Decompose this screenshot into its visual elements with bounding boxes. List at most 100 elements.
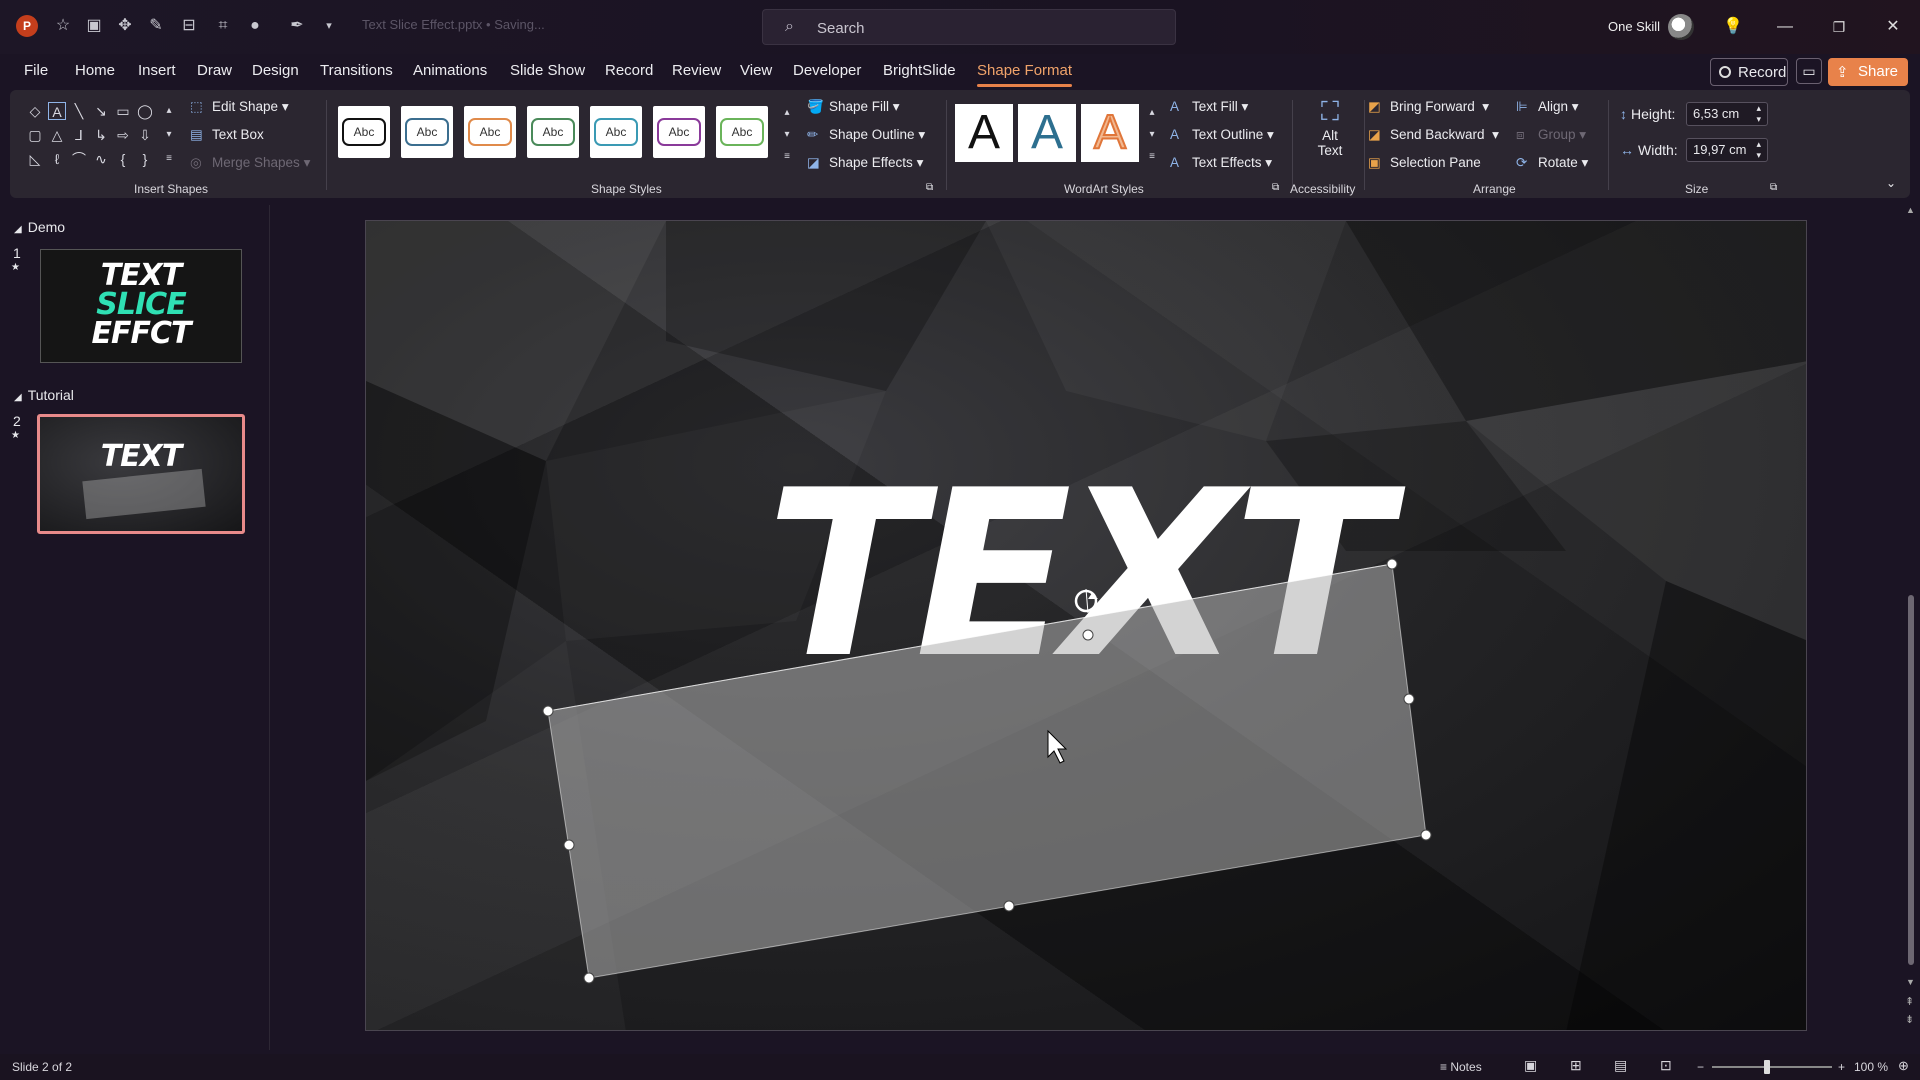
shape-fill-button[interactable]: 🪣 Shape Fill ▾ bbox=[807, 99, 900, 115]
wordart-style-blue[interactable]: A bbox=[1018, 104, 1076, 162]
tab-record[interactable]: Record bbox=[605, 62, 653, 79]
gallery-down-icon[interactable]: ▾ bbox=[160, 126, 178, 144]
search-input[interactable]: ⌕ Search bbox=[762, 9, 1176, 45]
lightbulb-icon[interactable]: 💡 bbox=[1720, 14, 1746, 40]
zoom-out-icon[interactable]: − bbox=[1697, 1060, 1704, 1074]
slide-thumbnail-1[interactable]: TEXT SLICE EFFCT bbox=[40, 249, 242, 363]
wordart-style-orange[interactable]: A bbox=[1081, 104, 1139, 162]
tab-developer[interactable]: Developer bbox=[793, 62, 861, 79]
oval-shape-icon[interactable]: ◯ bbox=[136, 102, 154, 120]
elbow-arrow-icon[interactable]: ↳ bbox=[92, 126, 110, 144]
record-button[interactable]: Record bbox=[1710, 58, 1788, 86]
avatar[interactable] bbox=[1668, 14, 1694, 40]
tab-brightslide[interactable]: BrightSlide bbox=[883, 62, 956, 79]
right-arrow-shape-icon[interactable]: ⇨ bbox=[114, 126, 132, 144]
gallery-more-icon[interactable]: ≡ bbox=[160, 150, 178, 168]
left-brace-icon[interactable]: { bbox=[114, 150, 132, 168]
zoom-in-icon[interactable]: + bbox=[1838, 1060, 1845, 1074]
tab-design[interactable]: Design bbox=[252, 62, 299, 79]
align-icon[interactable]: ⊟ bbox=[178, 15, 200, 37]
reading-view-icon[interactable]: ▤ bbox=[1614, 1057, 1627, 1074]
section-header-tutorial[interactable]: ◢ Tutorial bbox=[14, 387, 74, 403]
scribble-shape-icon[interactable]: ℓ bbox=[48, 150, 66, 168]
shape-effects-button[interactable]: ◪ Shape Effects ▾ bbox=[807, 155, 923, 171]
bring-forward-button[interactable]: ◩ Bring Forward ▾ bbox=[1368, 99, 1489, 115]
tab-transitions[interactable]: Transitions bbox=[320, 62, 393, 79]
styles-up-icon[interactable]: ▴ bbox=[778, 104, 796, 122]
scroll-up-icon[interactable]: ▲ bbox=[1906, 205, 1915, 215]
comments-button[interactable]: ▭ bbox=[1796, 58, 1822, 84]
wordart-style-black[interactable]: A bbox=[955, 104, 1013, 162]
wordart-more-icon[interactable]: ≡ bbox=[1143, 148, 1161, 166]
pen-icon[interactable]: ✎ bbox=[145, 15, 167, 37]
picture-icon[interactable]: ▣ bbox=[83, 15, 105, 37]
shape-style-swatch-teal[interactable]: Abc bbox=[590, 106, 642, 158]
tab-insert[interactable]: Insert bbox=[138, 62, 176, 79]
customize-toolbar-icon[interactable]: ▾ bbox=[318, 15, 340, 37]
slide-show-icon[interactable]: ⊡ bbox=[1660, 1057, 1672, 1074]
rect-shape-icon[interactable]: ▢ bbox=[26, 126, 44, 144]
tab-review[interactable]: Review bbox=[672, 62, 721, 79]
close-icon[interactable]: ✕ bbox=[1880, 14, 1906, 40]
shape-style-swatch-lightgreen[interactable]: Abc bbox=[716, 106, 768, 158]
alt-text-button[interactable]: ⛶ Alt Text bbox=[1304, 96, 1356, 158]
shape-styles-dialog-launcher-icon[interactable]: ⧉ bbox=[926, 182, 933, 193]
next-slide-icon[interactable]: ⇟ bbox=[1905, 1013, 1914, 1026]
shape-outline-button[interactable]: ✏ Shape Outline ▾ bbox=[807, 127, 925, 143]
triangle-shape-icon[interactable]: △ bbox=[48, 126, 66, 144]
shape-style-swatch-black[interactable]: Abc bbox=[338, 106, 390, 158]
move-icon[interactable]: ✥ bbox=[114, 15, 136, 37]
width-spinner-icon[interactable]: ▴ ▾ bbox=[1756, 139, 1761, 161]
previous-slide-icon[interactable]: ⇞ bbox=[1905, 995, 1914, 1008]
collapse-section-icon[interactable]: ◢ bbox=[14, 392, 22, 403]
vertical-scrollbar[interactable]: ▲ ▼ ⇞ ⇟ bbox=[1905, 205, 1916, 1035]
shape-style-swatch-green[interactable]: Abc bbox=[527, 106, 579, 158]
collapse-section-icon[interactable]: ◢ bbox=[14, 224, 22, 235]
tab-slide-show[interactable]: Slide Show bbox=[510, 62, 585, 79]
right-brace-icon[interactable]: } bbox=[136, 150, 154, 168]
share-button[interactable]: ⇪ Share bbox=[1828, 58, 1908, 86]
slide-canvas[interactable]: TEXT bbox=[365, 220, 1807, 1031]
line-shape-icon[interactable]: ╲ bbox=[70, 102, 88, 120]
rectangle-shape-icon[interactable]: ▭ bbox=[114, 102, 132, 120]
normal-view-icon[interactable]: ▣ bbox=[1524, 1057, 1537, 1074]
merge-shapes-button[interactable]: ◎ Merge Shapes ▾ bbox=[190, 155, 310, 171]
tab-home[interactable]: Home bbox=[75, 62, 115, 79]
height-spinner-icon[interactable]: ▴ ▾ bbox=[1756, 103, 1761, 125]
zoom-slider[interactable] bbox=[1712, 1066, 1832, 1068]
slide-sorter-icon[interactable]: ⊞ bbox=[1570, 1057, 1582, 1074]
tab-view[interactable]: View bbox=[740, 62, 772, 79]
freeform-shape-icon[interactable]: ◺ bbox=[26, 150, 44, 168]
tab-animations[interactable]: Animations bbox=[413, 62, 487, 79]
zoom-level[interactable]: 100 % bbox=[1854, 1060, 1888, 1074]
zoom-slider-thumb[interactable] bbox=[1764, 1060, 1770, 1074]
section-header-demo[interactable]: ◢ Demo bbox=[14, 219, 65, 235]
text-box-button[interactable]: ▤ Text Box bbox=[190, 127, 264, 143]
restore-icon[interactable]: ❐ bbox=[1826, 14, 1852, 40]
text-outline-button[interactable]: A Text Outline ▾ bbox=[1170, 127, 1274, 143]
wordart-dialog-launcher-icon[interactable]: ⧉ bbox=[1272, 182, 1279, 193]
diamond-shape-icon[interactable]: ◇ bbox=[26, 102, 44, 120]
down-arrow-shape-icon[interactable]: ⇩ bbox=[136, 126, 154, 144]
crop-icon[interactable]: ⌗ bbox=[212, 15, 234, 37]
notes-button[interactable]: ≡ Notes bbox=[1440, 1060, 1482, 1074]
rotate-button[interactable]: ⟳ Rotate ▾ bbox=[1516, 155, 1588, 171]
text-box-shape-icon[interactable]: A bbox=[48, 102, 66, 120]
text-effects-button[interactable]: A Text Effects ▾ bbox=[1170, 155, 1272, 171]
tab-file[interactable]: File bbox=[24, 62, 48, 79]
slide-thumbnail-2[interactable]: TEXT bbox=[37, 414, 245, 534]
text-fill-button[interactable]: A Text Fill ▾ bbox=[1170, 99, 1248, 115]
wordart-down-icon[interactable]: ▾ bbox=[1143, 126, 1161, 144]
tab-draw[interactable]: Draw bbox=[197, 62, 232, 79]
group-button[interactable]: ⧈ Group ▾ bbox=[1516, 127, 1586, 143]
fit-to-window-icon[interactable]: ⊕ bbox=[1898, 1058, 1909, 1074]
elbow-connector-icon[interactable]: ⅃ bbox=[70, 126, 88, 144]
shape-fill-quick-icon[interactable]: ● bbox=[244, 15, 266, 37]
width-field[interactable]: 19,97 cm ▴ ▾ bbox=[1686, 138, 1768, 162]
arrow-line-shape-icon[interactable]: ↘ bbox=[92, 102, 110, 120]
gallery-up-icon[interactable]: ▴ bbox=[160, 102, 178, 120]
styles-more-icon[interactable]: ≡ bbox=[778, 148, 796, 166]
curve-shape-icon[interactable]: ∿ bbox=[92, 150, 110, 168]
arc-shape-icon[interactable]: ⌒ bbox=[70, 150, 88, 168]
shape-style-swatch-orange[interactable]: Abc bbox=[464, 106, 516, 158]
